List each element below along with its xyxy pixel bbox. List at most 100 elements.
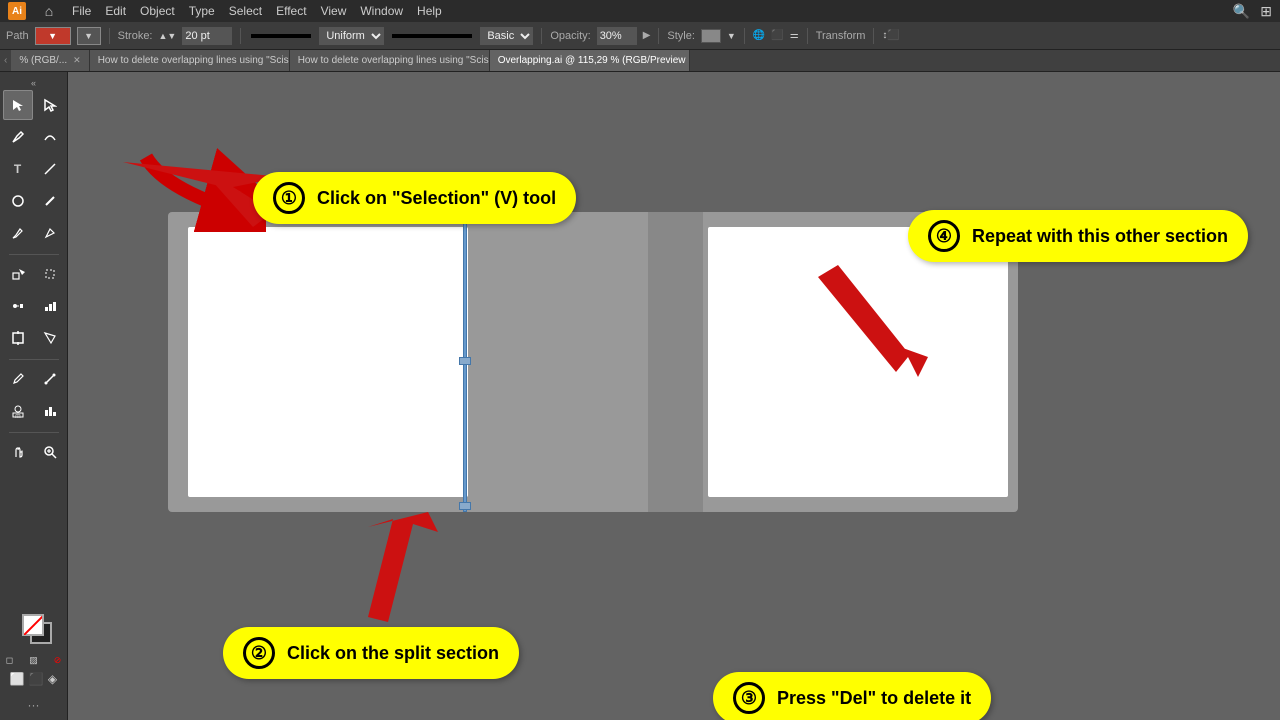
- gradient-mode[interactable]: ▨: [23, 652, 45, 668]
- stroke-label: Stroke:: [118, 30, 153, 42]
- menu-bar: Ai ⌂ File Edit Object Type Select Effect…: [0, 0, 1280, 22]
- callout-4-number: ④: [928, 220, 960, 252]
- tool-row-5: [3, 218, 65, 248]
- align-icons[interactable]: ⚌: [790, 30, 799, 41]
- tool-row-9: [3, 364, 65, 394]
- tool-sep-2: [9, 359, 59, 360]
- callout-1: ① Click on "Selection" (V) tool: [253, 172, 576, 224]
- eyedropper-tool[interactable]: [3, 364, 33, 394]
- slash-tool[interactable]: [35, 186, 65, 216]
- svg-text:⊞: ⊞: [15, 414, 21, 418]
- menu-view[interactable]: View: [321, 4, 347, 18]
- toolbar: Path ▼ ▼ Stroke: ▲▼ Uniform Basic Opacit…: [0, 22, 1280, 50]
- style-preview[interactable]: [701, 29, 721, 43]
- arrange-icon[interactable]: ⬛: [771, 30, 783, 41]
- transform-label: Transform: [816, 30, 866, 42]
- path-stroke-swatch[interactable]: ▼: [77, 27, 101, 45]
- hand-tool[interactable]: [3, 437, 33, 467]
- right-icons: 🔍 ⊞: [1233, 3, 1272, 20]
- path-color-swatch[interactable]: ▼: [35, 27, 71, 45]
- artboard-tool[interactable]: [3, 323, 33, 353]
- tool-row-2: [3, 122, 65, 152]
- stroke-line-preview: [251, 34, 311, 38]
- book-left-page: [188, 227, 468, 497]
- draw-inside-icon[interactable]: ◈: [48, 672, 57, 686]
- search-icon[interactable]: 🔍: [1233, 3, 1250, 20]
- menu-edit[interactable]: Edit: [105, 4, 126, 18]
- callout-4-text: Repeat with this other section: [972, 226, 1228, 247]
- panel-toggle[interactable]: «: [31, 76, 36, 90]
- opacity-arrow[interactable]: ▶: [643, 30, 651, 41]
- puppet-tool[interactable]: [35, 259, 65, 289]
- none-mode[interactable]: ⊘: [47, 652, 69, 668]
- tool-row-6: [3, 259, 65, 289]
- tab-3[interactable]: Overlapping.ai @ 115,29 % (RGB/Preview ✕: [490, 50, 690, 72]
- menu-file[interactable]: File: [72, 4, 91, 18]
- tab-scroll-left[interactable]: ‹: [0, 55, 11, 66]
- measure-tool[interactable]: [35, 364, 65, 394]
- main-layout: « T: [0, 72, 1280, 720]
- type-tool[interactable]: T: [3, 154, 33, 184]
- uniform-select[interactable]: Uniform: [319, 27, 384, 45]
- style-label: Style:: [667, 30, 695, 42]
- menu-object[interactable]: Object: [140, 4, 175, 18]
- left-toolbar: « T: [0, 72, 68, 720]
- pencil-tool[interactable]: [3, 218, 33, 248]
- tab-0-close[interactable]: ✕: [73, 55, 81, 66]
- line-tool[interactable]: [35, 154, 65, 184]
- blend-tool[interactable]: [3, 291, 33, 321]
- ellipse-tool[interactable]: [3, 186, 33, 216]
- fill-swatch[interactable]: [22, 614, 44, 636]
- direct-selection-tool[interactable]: [35, 90, 65, 120]
- bar-chart-tool[interactable]: [35, 396, 65, 426]
- menu-select[interactable]: Select: [229, 4, 262, 18]
- menu-items: File Edit Object Type Select Effect View…: [72, 4, 442, 18]
- tool-row-3: T: [3, 154, 65, 184]
- callout-2: ② Click on the split section: [223, 627, 519, 679]
- tool-row-10: ⊞: [3, 396, 65, 426]
- slice-tool[interactable]: [35, 323, 65, 353]
- tab-1[interactable]: How to delete overlapping lines using "S…: [90, 50, 290, 72]
- tab-2[interactable]: How to delete overlapping lines using "S…: [290, 50, 490, 72]
- arrow-4-svg: [788, 237, 948, 397]
- normal-mode[interactable]: ◻: [0, 652, 21, 668]
- callout-2-number: ②: [243, 637, 275, 669]
- color-swatches[interactable]: [14, 606, 54, 646]
- menu-window[interactable]: Window: [360, 4, 403, 18]
- callout-3-text: Press "Del" to delete it: [777, 688, 971, 709]
- arrow-2-svg: [308, 502, 468, 632]
- pen-tool[interactable]: [3, 122, 33, 152]
- basic-select[interactable]: Basic: [480, 27, 533, 45]
- stroke-value-input[interactable]: [182, 27, 232, 45]
- grid-tool[interactable]: ⊞: [3, 396, 33, 426]
- style-dropdown-arrow[interactable]: ▼: [727, 31, 736, 41]
- more-tools-button[interactable]: ···: [28, 698, 40, 712]
- tab-0-label: % (RGB/...: [19, 55, 67, 66]
- curvature-tool[interactable]: [35, 122, 65, 152]
- tool-row-1: [3, 90, 65, 120]
- tool-row-11: [3, 437, 65, 467]
- selection-tool[interactable]: [3, 90, 33, 120]
- grid-icon[interactable]: ⊞: [1260, 3, 1272, 20]
- opacity-label: Opacity:: [550, 30, 590, 42]
- menu-effect[interactable]: Effect: [276, 4, 306, 18]
- tabs-row: ‹ % (RGB/... ✕ How to delete overlapping…: [0, 50, 1280, 72]
- draw-normal-icon[interactable]: ⬜: [10, 672, 25, 686]
- zoom-tool[interactable]: [35, 437, 65, 467]
- tab-0[interactable]: % (RGB/... ✕: [11, 50, 89, 72]
- transform-options-icon[interactable]: ↕⬛: [882, 30, 899, 41]
- app-icon: Ai: [8, 2, 26, 20]
- book-spine: [648, 212, 703, 512]
- shaper-tool[interactable]: [35, 218, 65, 248]
- stroke-basic-preview: [392, 34, 472, 38]
- tab-3-label: Overlapping.ai @ 115,29 % (RGB/Preview: [498, 55, 686, 66]
- transform-tool[interactable]: [3, 259, 33, 289]
- callout-3-number: ③: [733, 682, 765, 714]
- stroke-spinner[interactable]: ▲▼: [159, 31, 177, 41]
- menu-help[interactable]: Help: [417, 4, 442, 18]
- column-graph-tool[interactable]: [35, 291, 65, 321]
- globe-icon[interactable]: 🌐: [753, 30, 765, 41]
- draw-back-icon[interactable]: ⬛: [29, 672, 44, 686]
- opacity-input[interactable]: [597, 27, 637, 45]
- menu-type[interactable]: Type: [189, 4, 215, 18]
